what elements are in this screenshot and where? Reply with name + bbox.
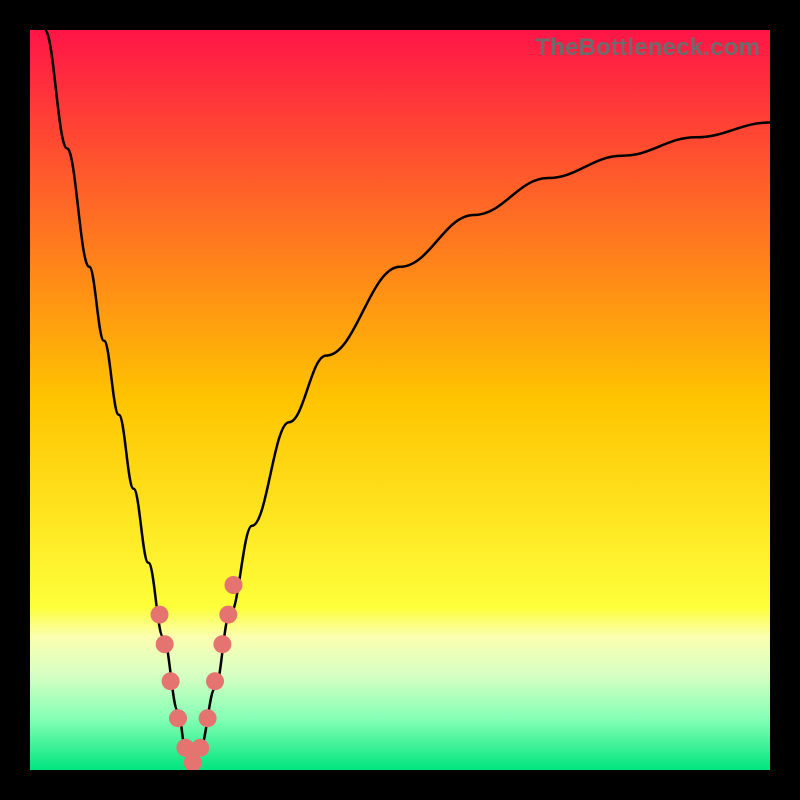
data-point (213, 635, 231, 653)
watermark-text: TheBottleneck.com (535, 34, 760, 62)
chart-svg (30, 30, 770, 770)
data-point (151, 606, 169, 624)
bottleneck-curve (45, 30, 770, 770)
data-point (169, 709, 187, 727)
data-points-group (151, 576, 243, 770)
data-point (206, 672, 224, 690)
plot-area: TheBottleneck.com (30, 30, 770, 770)
data-point (156, 635, 174, 653)
data-point (191, 739, 209, 757)
data-point (199, 709, 217, 727)
data-point (219, 606, 237, 624)
data-point (162, 672, 180, 690)
data-point (225, 576, 243, 594)
chart-frame: TheBottleneck.com (0, 0, 800, 800)
